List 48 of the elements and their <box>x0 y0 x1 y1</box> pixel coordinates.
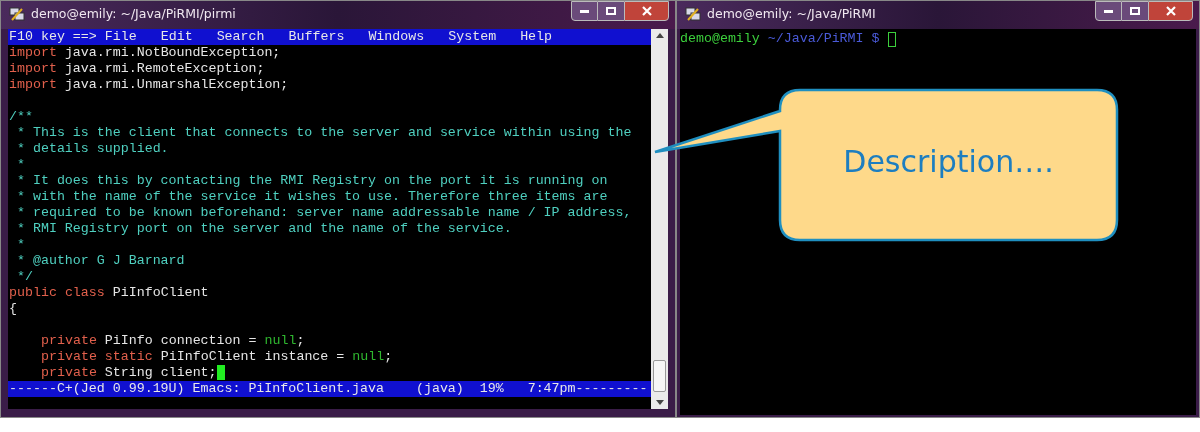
menu-item[interactable]: Help <box>520 29 553 45</box>
code-line: import java.rmi.NotBoundException; <box>9 45 281 61</box>
menu-item[interactable]: Buffers <box>288 29 345 45</box>
menu-item[interactable]: Windows <box>368 29 425 45</box>
prompt-symbol: $ <box>871 31 880 47</box>
minimize-button[interactable] <box>571 1 598 21</box>
terminal-app-icon <box>9 6 25 22</box>
close-icon <box>1165 6 1176 16</box>
minimize-button[interactable] <box>1095 1 1122 21</box>
maximize-button[interactable] <box>1122 1 1148 21</box>
code-line: * It does this by contacting the RMI Registry on the port it is running on <box>15 173 608 189</box>
window-title: demo@emily: ~/Java/PiRMI/pirmi <box>31 4 236 23</box>
code-line: * RMI Registry port on the server and the name of the service. <box>15 221 512 237</box>
code-line: * with the name of the service it wishes to use. Therefore three items are <box>15 189 608 205</box>
menu-item[interactable]: System <box>448 29 497 45</box>
code-line: import java.rmi.RemoteException; <box>9 61 265 77</box>
code-line: private PiInfo connection = null; <box>41 333 305 349</box>
code-line: /** <box>9 109 33 125</box>
prompt-user: demo@emily <box>680 31 760 47</box>
text-cursor <box>887 31 896 47</box>
prompt-path: ~/Java/PiRMI <box>767 31 864 47</box>
menu-hint: F10 key ==> <box>9 29 97 45</box>
code-line: */ <box>15 269 33 285</box>
scroll-down-icon <box>655 400 664 405</box>
scrollbar-thumb[interactable] <box>653 360 666 392</box>
code-line: * <box>15 237 25 253</box>
close-icon <box>641 6 652 16</box>
scroll-up-icon <box>655 33 664 38</box>
code-line: * @author G J Barnard <box>15 253 185 269</box>
code-line: import java.rmi.UnmarshalException; <box>9 77 289 93</box>
code-line: public class PiInfoClient <box>9 285 209 301</box>
code-line: * details supplied. <box>15 141 169 157</box>
menu-item[interactable]: Edit <box>160 29 193 45</box>
code-line: * required to be known beforehand: server name addressable name / IP address, <box>15 205 632 221</box>
window-title: demo@emily: ~/Java/PiRMI <box>707 4 876 23</box>
callout-text: Description…. <box>842 143 1055 181</box>
menu-item[interactable]: Search <box>216 29 265 45</box>
code-line: * <box>15 157 25 173</box>
terminal-app-icon <box>685 6 701 22</box>
text-cursor <box>216 365 225 380</box>
code-line: { <box>9 301 17 317</box>
code-line: private String client; <box>41 365 225 381</box>
code-line: * This is the client that connects to the server and service within using the <box>15 125 632 141</box>
close-button[interactable] <box>1148 1 1193 21</box>
maximize-button[interactable] <box>598 1 624 21</box>
close-button[interactable] <box>624 1 669 21</box>
code-line: private static PiInfoClient instance = null; <box>41 349 393 365</box>
menu-item[interactable]: File <box>104 29 137 45</box>
